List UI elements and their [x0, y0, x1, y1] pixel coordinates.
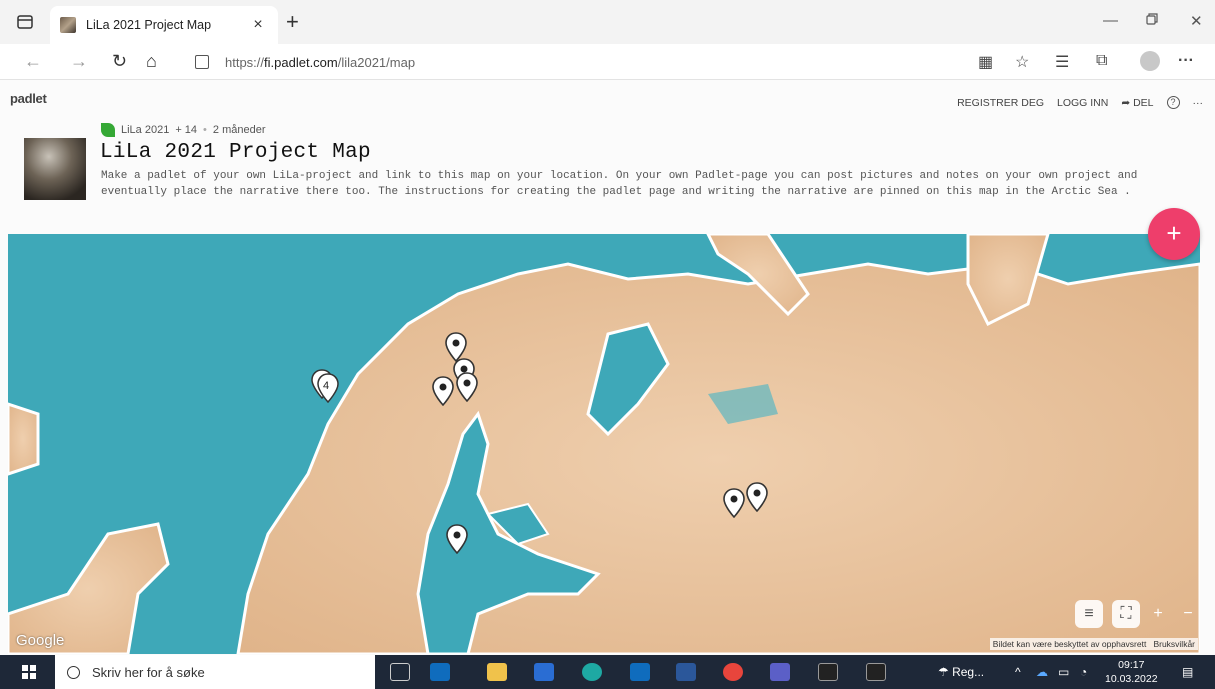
page-description: Make a padlet of your own LiLa-project a… [101, 170, 1138, 198]
zoom-in-button[interactable]: + [1144, 600, 1172, 628]
profile-avatar[interactable] [1140, 51, 1160, 71]
tab-actions-icon[interactable] [14, 12, 36, 32]
add-favorite-icon[interactable]: ☆ [1015, 52, 1029, 72]
help-icon[interactable]: ? [1166, 96, 1180, 109]
favorites-icon[interactable]: ☰ [1055, 52, 1069, 72]
wifi-icon[interactable]: ◔ [1080, 665, 1087, 679]
system-clock[interactable]: 09:17 10.03.2022 [1105, 658, 1158, 686]
fullscreen-icon[interactable]: ⛶ [1112, 600, 1140, 628]
map-pin[interactable] [456, 372, 478, 402]
clock-date: 10.03.2022 [1105, 673, 1158, 685]
terms-link[interactable]: Bruksvilkår [1153, 639, 1195, 649]
forward-icon[interactable]: → [70, 51, 88, 71]
url-text: https://fi.padlet.com/lila2021/map [225, 54, 416, 70]
cluster-count: 4 [323, 380, 330, 392]
outlook-icon[interactable] [430, 663, 450, 681]
google-logo: Google [16, 632, 65, 649]
collections-icon[interactable]: ⧉ [1096, 52, 1107, 70]
minimize-icon[interactable]: — [1103, 12, 1118, 29]
mail-icon[interactable] [630, 663, 650, 681]
back-icon[interactable]: ← [24, 51, 42, 71]
word-icon[interactable] [676, 663, 696, 681]
restore-icon[interactable] [1146, 12, 1158, 29]
browser-tab[interactable]: LiLa 2021 Project Map × [50, 6, 278, 44]
umbrella-icon: ☂ [938, 665, 953, 679]
map-pin[interactable] [432, 376, 454, 406]
browser-tab-strip: LiLa 2021 Project Map × + — ✕ [0, 0, 1215, 44]
windows-taskbar: Skriv her for å søke ☂ Reg... ^ ☁ ▭ ◔ 09… [0, 655, 1215, 689]
copyright-text: Bildet kan være beskyttet av opphavsrett [992, 639, 1147, 649]
tab-favicon-icon [60, 17, 76, 33]
chrome-icon[interactable] [723, 663, 743, 681]
share-button[interactable]: ➦ DEL [1121, 97, 1153, 109]
address-bar[interactable]: https://fi.padlet.com/lila2021/map [195, 49, 1040, 75]
tab-title: LiLa 2021 Project Map [86, 18, 212, 32]
padlet-meta: LiLa 2021 + 14 • 2 måneder [101, 123, 266, 137]
map-pin[interactable] [746, 482, 768, 512]
header-actions: REGISTRER DEG LOGG INN ➦ DEL ? ··· [957, 96, 1203, 109]
padlet-age: 2 måneder [212, 124, 266, 136]
tab-close-button[interactable]: × [248, 16, 268, 34]
login-button[interactable]: LOGG INN [1057, 97, 1108, 109]
weather-widget[interactable]: ☂ Reg... [938, 665, 984, 679]
padlet-page: padlet REGISTRER DEG LOGG INN ➦ DEL ? ··… [0, 80, 1215, 655]
map-pin[interactable] [723, 488, 745, 518]
meta-separator: • [203, 124, 207, 136]
map-pin[interactable] [446, 524, 468, 554]
settings-more-icon[interactable]: ··· [1178, 52, 1194, 70]
refresh-icon[interactable]: ↻ [112, 51, 127, 71]
register-button[interactable]: REGISTRER DEG [957, 97, 1044, 109]
edge-icon[interactable] [582, 663, 602, 681]
file-explorer-icon[interactable] [487, 663, 507, 681]
teams-icon[interactable] [770, 663, 790, 681]
home-icon[interactable]: ⌂ [146, 51, 157, 71]
author-avatar [101, 123, 115, 137]
notifications-icon[interactable]: ▤ [1182, 665, 1193, 679]
close-window-icon[interactable]: ✕ [1190, 12, 1203, 30]
page-title: LiLa 2021 Project Map [100, 141, 371, 164]
map-pin-cluster[interactable]: 4 [308, 368, 348, 408]
onedrive-icon[interactable]: ☁ [1036, 665, 1048, 679]
tray-chevron-icon[interactable]: ^ [1015, 665, 1021, 679]
app-icon[interactable] [818, 663, 838, 681]
app-icon[interactable] [866, 663, 886, 681]
padlet-logo[interactable]: padlet [10, 91, 47, 106]
share-arrow-icon: ➦ [1121, 96, 1134, 109]
clock-time: 09:17 [1118, 659, 1145, 671]
map-terrain [8, 234, 1200, 654]
search-icon [67, 665, 80, 679]
windows-start-icon[interactable] [22, 665, 36, 679]
new-tab-button[interactable]: + [286, 11, 299, 33]
map-list-icon[interactable]: ≡ [1075, 600, 1103, 628]
browser-toolbar: ← → ↻ ⌂ https://fi.padlet.com/lila2021/m… [0, 44, 1215, 80]
zoom-out-button[interactable]: − [1174, 600, 1200, 628]
add-post-button[interactable]: + [1148, 208, 1200, 260]
search-placeholder: Skriv her for å søke [92, 664, 205, 680]
more-options-icon[interactable]: ··· [1193, 97, 1204, 109]
contributors-count: + 14 [175, 124, 198, 136]
padlet-thumbnail [24, 138, 86, 200]
map-copyright: Bildet kan være beskyttet av opphavsrett… [989, 638, 1198, 650]
taskbar-search[interactable]: Skriv her for å søke [55, 655, 375, 689]
zoom-app-icon[interactable] [534, 663, 554, 681]
task-view-icon[interactable] [390, 663, 410, 681]
battery-icon[interactable]: ▭ [1058, 665, 1069, 679]
author-name[interactable]: LiLa 2021 [121, 124, 169, 136]
map-view[interactable]: 4 Google Bildet kan være beskyttet av op… [8, 234, 1200, 654]
lock-icon[interactable] [195, 55, 209, 69]
reader-view-icon[interactable]: ▦ [978, 52, 993, 72]
